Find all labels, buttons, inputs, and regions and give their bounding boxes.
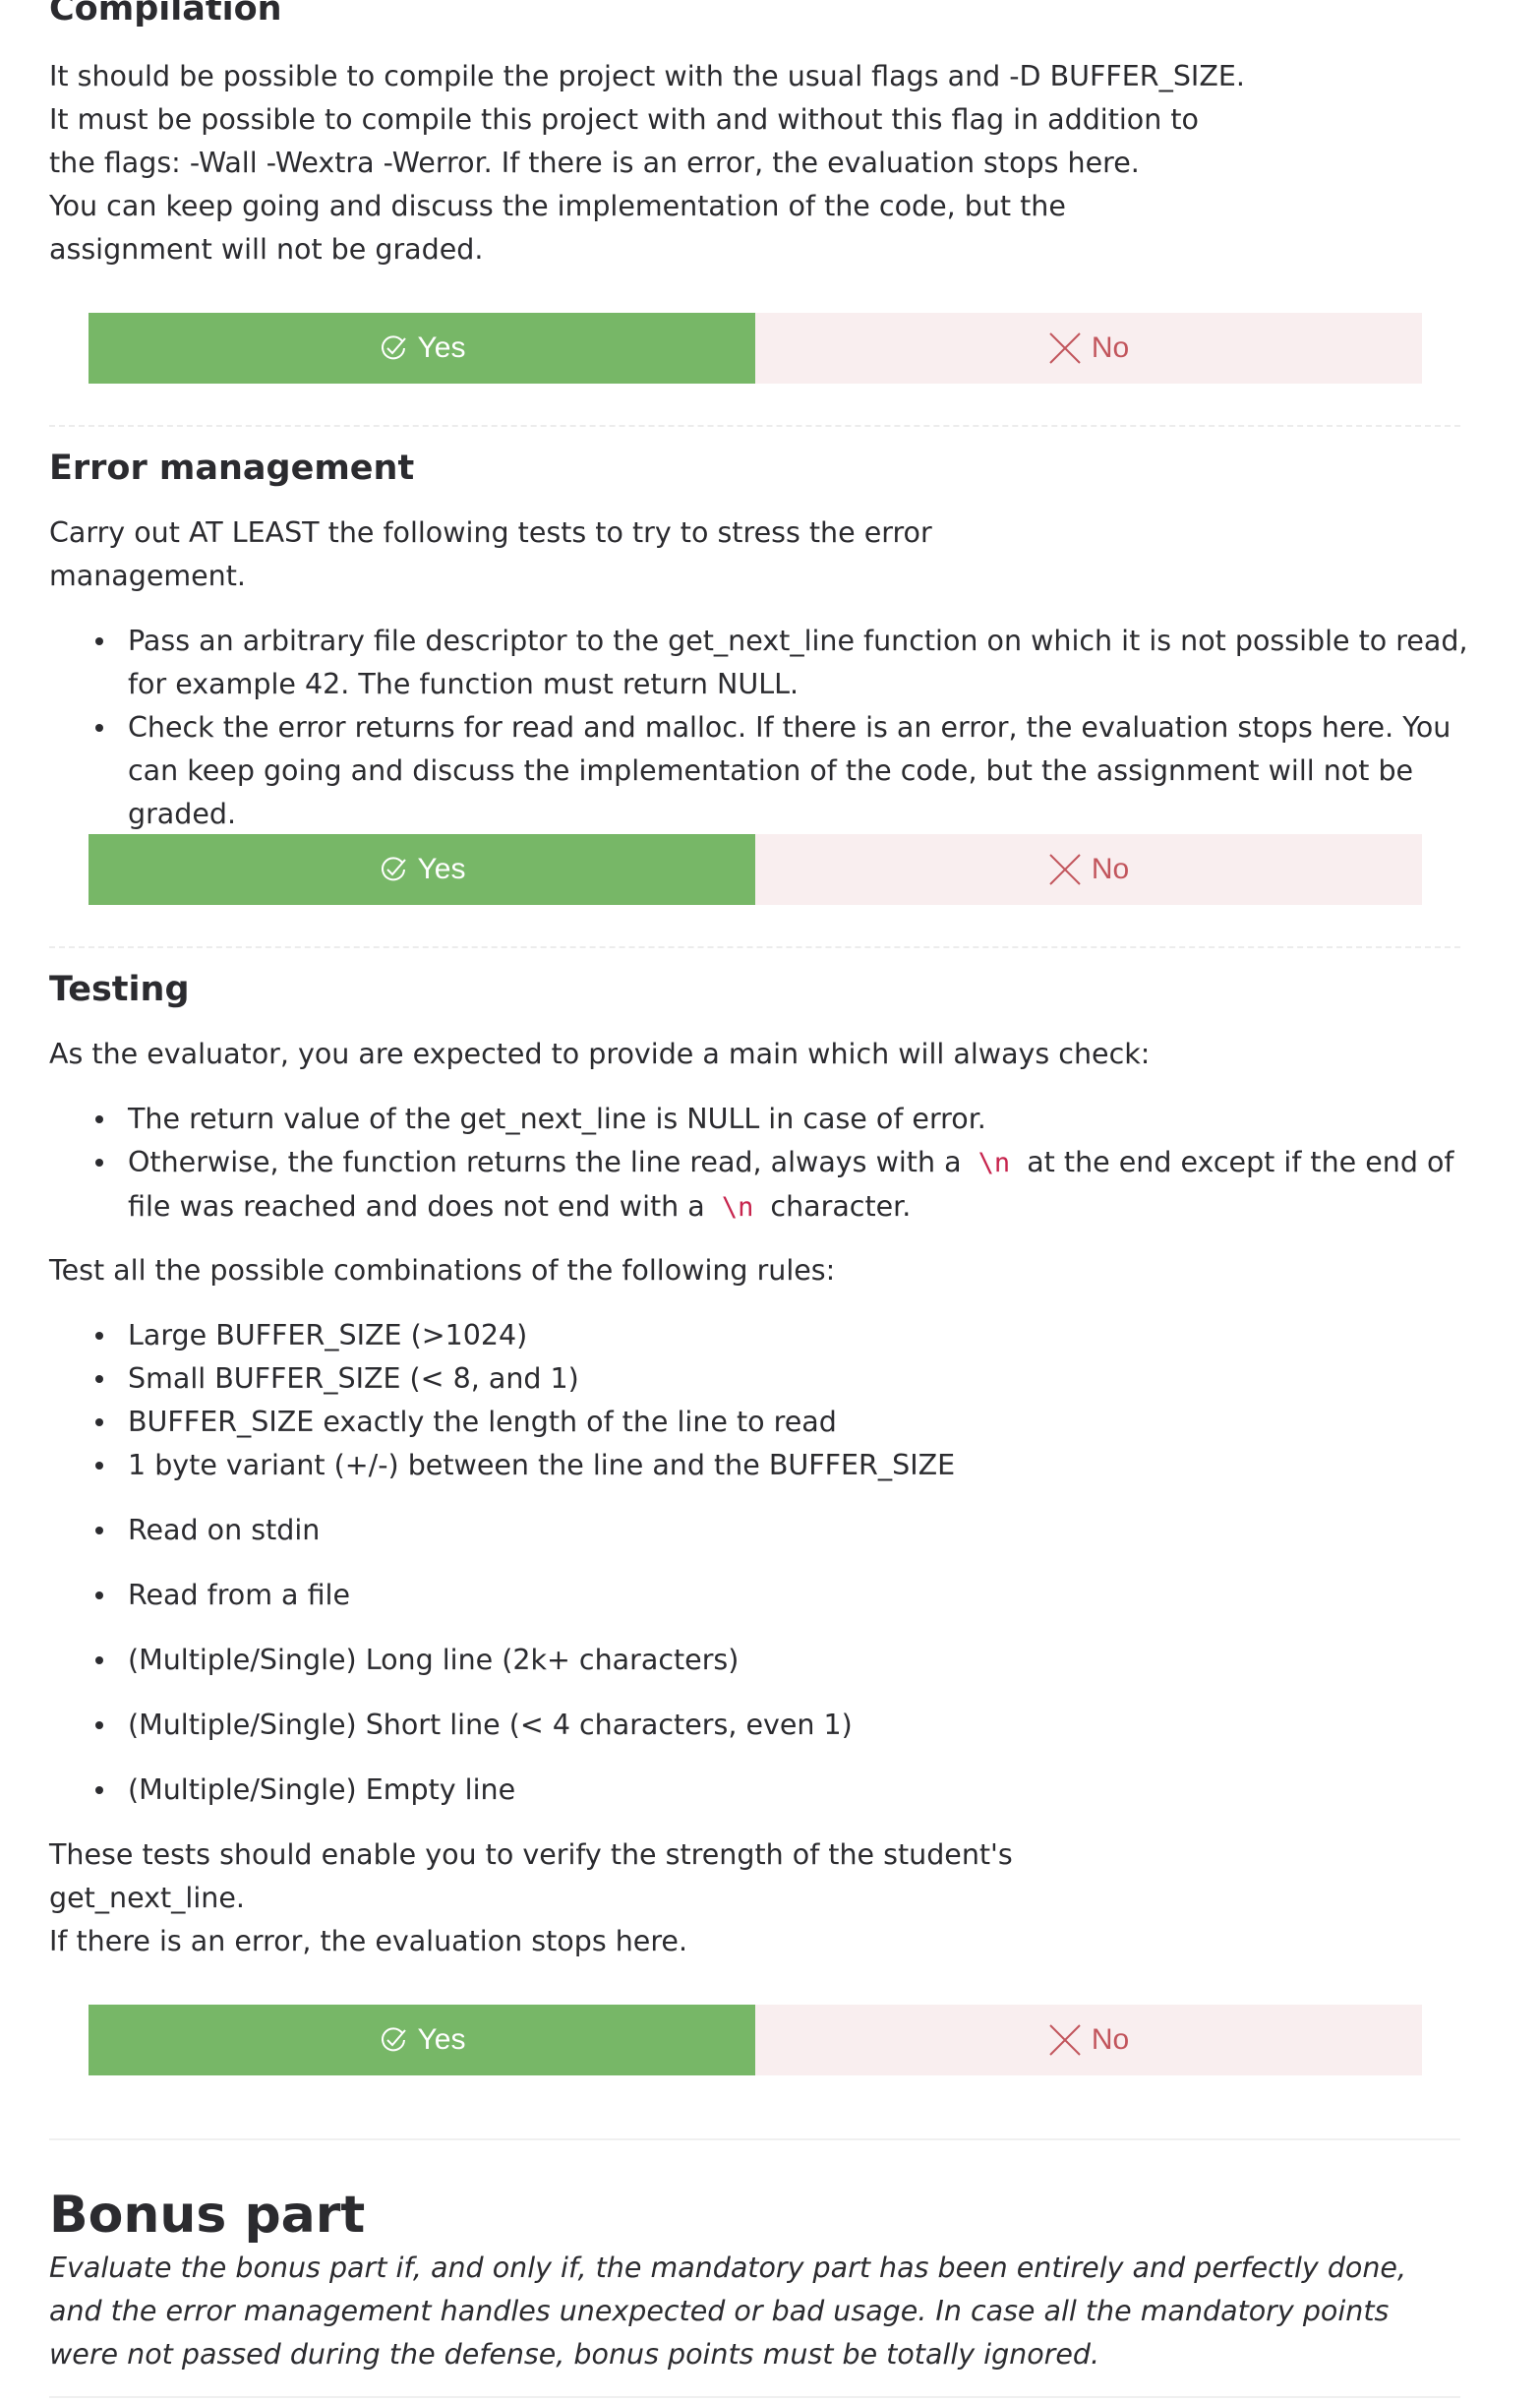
description-line: You can keep going and discuss the imple… <box>49 190 1066 222</box>
description-line: It must be possible to compile this proj… <box>49 103 1199 136</box>
input-rule-short-line: (Multiple/Single) Short line (< 4 charac… <box>49 1704 1505 1747</box>
description-line: management. <box>49 560 246 592</box>
check-circle-icon <box>381 2027 406 2052</box>
newline-code: \n <box>977 1148 1011 1178</box>
list-item: Otherwise, the function returns the line… <box>95 1141 1505 1230</box>
check-text: character. <box>770 1190 912 1223</box>
input-rule-file: Read from a file <box>49 1574 1505 1617</box>
list-item: Read on stdin <box>95 1509 1505 1552</box>
section-error-management: Error management <box>49 451 1460 486</box>
list-item: 1 byte variant (+/-) between the line an… <box>95 1444 1505 1487</box>
x-icon <box>1049 2024 1081 2056</box>
section-title: Compilation <box>49 0 282 29</box>
input-rule-long-line: (Multiple/Single) Long line (2k+ charact… <box>49 1639 1505 1682</box>
list-item: BUFFER_SIZE exactly the length of the li… <box>95 1401 1505 1444</box>
testing-closing: These tests should enable you to verify … <box>49 1833 1460 1963</box>
description-line: As the evaluator, you are expected to pr… <box>49 1038 1151 1070</box>
section-title: Error management <box>49 449 415 488</box>
testing-combinations-intro: Test all the possible combinations of th… <box>49 1249 1460 1292</box>
error-management-tests: Pass an arbitrary file descriptor to the… <box>49 620 1505 836</box>
testing-vote: Yes No <box>89 2005 1422 2075</box>
yes-button[interactable]: Yes <box>89 2005 755 2075</box>
compilation-description: It should be possible to compile the pro… <box>49 55 1460 271</box>
no-label: No <box>1091 2023 1130 2056</box>
list-item: (Multiple/Single) Empty line <box>95 1769 1505 1812</box>
list-item: Large BUFFER_SIZE (>1024) <box>95 1314 1505 1357</box>
section-divider <box>49 425 1460 427</box>
yes-button[interactable]: Yes <box>89 834 755 905</box>
list-item: The return value of the get_next_line is… <box>95 1098 1505 1141</box>
section-title: Testing <box>49 970 190 1009</box>
section-compilation: Compilation <box>49 0 1460 27</box>
description-line: Test all the possible combinations of th… <box>49 1254 836 1287</box>
newline-code: \n <box>721 1192 754 1223</box>
section-divider <box>49 2138 1460 2140</box>
description-line: the flags: -Wall -Wextra -Werror. If the… <box>49 147 1140 179</box>
bonus-title: Bonus part <box>49 2186 366 2245</box>
yes-label: Yes <box>417 853 466 885</box>
no-label: No <box>1091 331 1130 364</box>
section-divider <box>49 946 1460 948</box>
no-button[interactable]: No <box>755 2005 1422 2075</box>
list-item: Read from a file <box>95 1574 1505 1617</box>
section-testing: Testing <box>49 973 1460 1007</box>
no-button[interactable]: No <box>755 834 1422 905</box>
x-icon <box>1049 854 1081 885</box>
yes-label: Yes <box>417 331 466 364</box>
description-line: assignment will not be graded. <box>49 233 484 266</box>
list-item: Small BUFFER_SIZE (< 8, and 1) <box>95 1357 1505 1401</box>
description-line: get_next_line. <box>49 1882 245 1914</box>
error-management-vote: Yes No <box>89 834 1422 905</box>
section-divider <box>49 2396 1460 2398</box>
yes-label: Yes <box>417 2023 466 2056</box>
list-item: Check the error returns for read and mal… <box>95 706 1505 836</box>
yes-button[interactable]: Yes <box>89 313 755 384</box>
check-text: Otherwise, the function returns the line… <box>128 1146 962 1178</box>
error-management-description: Carry out AT LEAST the following tests t… <box>49 511 1460 598</box>
compilation-vote: Yes No <box>89 313 1422 384</box>
testing-checks: The return value of the get_next_line is… <box>49 1098 1505 1230</box>
description-line: If there is an error, the evaluation sto… <box>49 1925 688 1957</box>
testing-intro: As the evaluator, you are expected to pr… <box>49 1033 1460 1076</box>
input-rule-empty-line: (Multiple/Single) Empty line <box>49 1769 1505 1812</box>
list-item: Pass an arbitrary file descriptor to the… <box>95 620 1505 706</box>
list-item: (Multiple/Single) Short line (< 4 charac… <box>95 1704 1505 1747</box>
check-circle-icon <box>381 335 406 360</box>
description-line: These tests should enable you to verify … <box>49 1838 1013 1871</box>
check-circle-icon <box>381 857 406 881</box>
description-line: It should be possible to compile the pro… <box>49 60 1245 92</box>
no-button[interactable]: No <box>755 313 1422 384</box>
no-label: No <box>1091 853 1130 885</box>
list-item: (Multiple/Single) Long line (2k+ charact… <box>95 1639 1505 1682</box>
description-line: Carry out AT LEAST the following tests t… <box>49 516 932 549</box>
x-icon <box>1049 332 1081 364</box>
input-rule-stdin: Read on stdin <box>49 1509 1505 1552</box>
buffer-size-rules: Large BUFFER_SIZE (>1024) Small BUFFER_S… <box>49 1314 1505 1487</box>
section-bonus: Bonus part <box>49 2190 1460 2241</box>
bonus-description: Evaluate the bonus part if, and only if,… <box>49 2247 1426 2376</box>
bonus-text: Evaluate the bonus part if, and only if,… <box>49 2252 1407 2371</box>
